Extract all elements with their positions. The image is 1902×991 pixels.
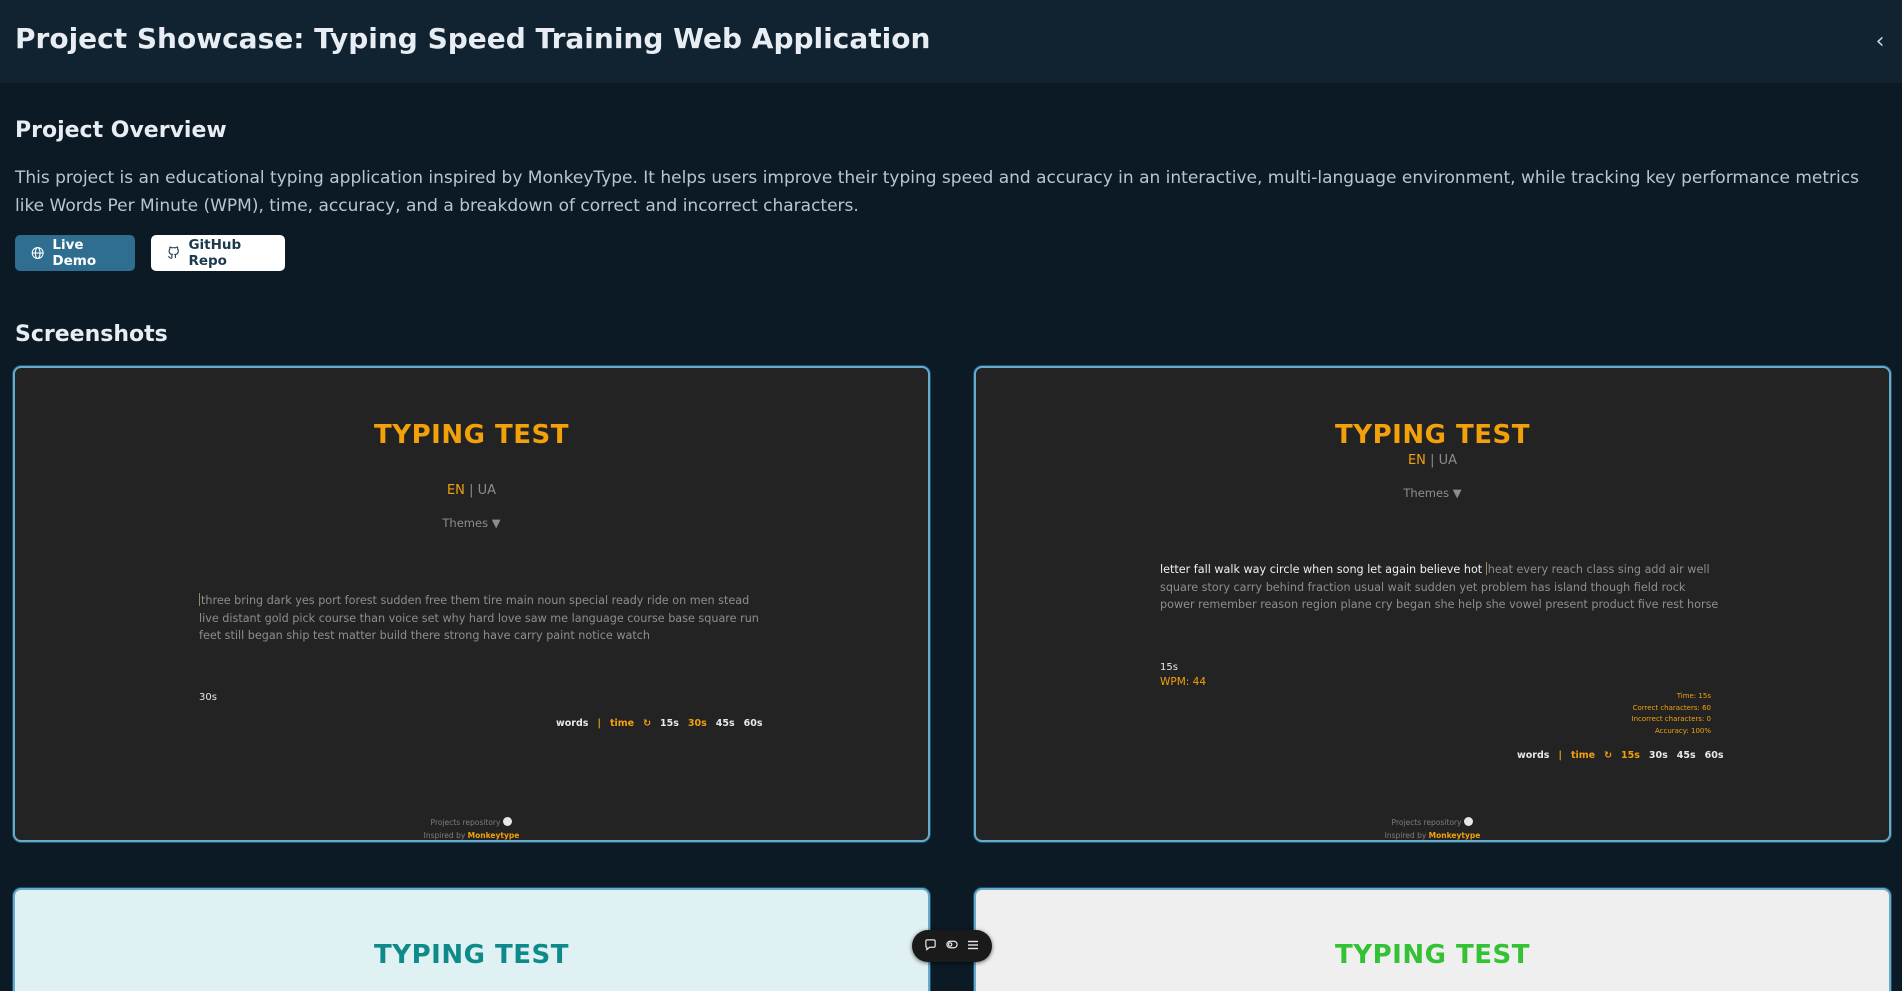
footer-inspired: Inspired by Monkeytype <box>15 831 928 840</box>
typed-words: letter fall walk way circle when song le… <box>1160 563 1486 576</box>
overview-description: This project is an educational typing ap… <box>15 168 1859 216</box>
lang-en: EN <box>446 483 465 498</box>
mode-60s: 60s <box>743 718 763 729</box>
overview-heading: Project Overview <box>15 118 227 143</box>
toggle-icon[interactable] <box>944 938 960 954</box>
mode-separator: | <box>1558 750 1562 761</box>
lang-ua: UA <box>477 483 497 498</box>
word-list: three bring dark yes port forest sudden … <box>199 592 759 645</box>
mode-selector: words | time ↻ 15s 30s 45s 60s <box>556 718 763 729</box>
screenshot-card-1[interactable]: TYPING TEST EN | UA Themes ▼ three bring… <box>13 366 930 842</box>
stat-time: Time: 15s <box>1676 692 1711 700</box>
footer-repo-label: Projects repository <box>430 818 501 827</box>
mode-selector: words | time ↻ 15s 30s 45s 60s <box>1517 750 1724 761</box>
footer-repo: Projects repository <box>15 817 928 827</box>
github-repo-label: GitHub Repo <box>188 237 242 269</box>
mode-words: words <box>1517 750 1550 761</box>
mode-30s: 30s <box>1648 750 1668 761</box>
footer-repo: Projects repository <box>976 817 1889 827</box>
globe-icon <box>31 247 44 259</box>
lang-ua: UA <box>1438 453 1458 468</box>
lang-separator: | <box>1430 453 1435 468</box>
lang-en: EN <box>1407 453 1426 468</box>
timer: 15s <box>1160 662 1178 673</box>
results-stats: Time: 15s Correct characters: 60 Incorre… <box>1632 691 1711 737</box>
footer-brand: Monkeytype <box>1428 831 1481 840</box>
live-demo-label: Live Demo <box>52 237 97 269</box>
screenshot-card-2[interactable]: TYPING TEST EN | UA Themes ▼ letter fall… <box>974 366 1891 842</box>
footer-inspired-label: Inspired by <box>423 831 466 840</box>
language-switch: EN | UA <box>15 483 928 498</box>
comment-icon[interactable] <box>923 938 939 954</box>
mode-time: time <box>609 718 635 729</box>
untyped-words: three bring dark yes port forest sudden … <box>199 594 759 642</box>
live-demo-button[interactable]: Live Demo <box>15 235 135 271</box>
github-icon <box>503 817 513 826</box>
restart-icon: ↻ <box>1604 750 1613 761</box>
typing-test-title: TYPING TEST <box>374 940 569 970</box>
github-icon <box>168 246 179 259</box>
github-repo-button[interactable]: GitHub Repo <box>151 235 285 271</box>
menu-icon[interactable] <box>965 939 981 954</box>
stat-correct: Correct characters: 60 <box>1632 703 1711 712</box>
wpm-readout: WPM: 44 <box>1160 676 1207 688</box>
themes-dropdown: Themes ▼ <box>1403 486 1462 500</box>
footer-inspired-label: Inspired by <box>1384 831 1427 840</box>
text-caret <box>199 593 200 606</box>
page-title: Project Showcase: Typing Speed Training … <box>15 22 931 55</box>
github-icon <box>1464 817 1474 826</box>
footer-repo-label: Projects repository <box>1391 818 1462 827</box>
text-caret <box>1485 562 1487 575</box>
floating-toolbar <box>912 930 992 962</box>
mode-separator: | <box>597 718 601 729</box>
screenshots-heading: Screenshots <box>15 322 168 347</box>
top-header: Project Showcase: Typing Speed Training … <box>0 0 1902 83</box>
mode-15s: 15s <box>660 718 679 729</box>
word-list: letter fall walk way circle when song le… <box>1160 561 1720 614</box>
themes-dropdown: Themes ▼ <box>442 516 501 530</box>
stat-incorrect: Incorrect characters: 0 <box>1631 715 1711 723</box>
typing-test-title: TYPING TEST <box>1335 420 1530 450</box>
stat-accuracy: Accuracy: 100% <box>1654 726 1711 735</box>
timer: 30s <box>199 692 217 703</box>
mode-time: time <box>1570 750 1596 761</box>
mode-words: words <box>556 718 589 729</box>
restart-icon: ↻ <box>643 718 652 729</box>
mode-45s: 45s <box>715 718 735 729</box>
footer-inspired: Inspired by Monkeytype <box>976 831 1889 840</box>
footer-brand: Monkeytype <box>467 831 520 840</box>
lang-separator: | <box>469 483 474 498</box>
typing-test-title: TYPING TEST <box>374 420 569 450</box>
mode-30s: 30s <box>687 718 707 729</box>
mode-45s: 45s <box>1676 750 1696 761</box>
mode-60s: 60s <box>1704 750 1724 761</box>
mode-15s: 15s <box>1621 750 1640 761</box>
screenshot-card-4[interactable]: TYPING TEST <box>974 888 1891 991</box>
language-switch: EN | UA <box>976 453 1889 468</box>
typing-test-title: TYPING TEST <box>1335 940 1530 970</box>
screenshot-card-3[interactable]: TYPING TEST <box>13 888 930 991</box>
chevron-left-icon[interactable]: ‹ <box>1870 30 1890 54</box>
